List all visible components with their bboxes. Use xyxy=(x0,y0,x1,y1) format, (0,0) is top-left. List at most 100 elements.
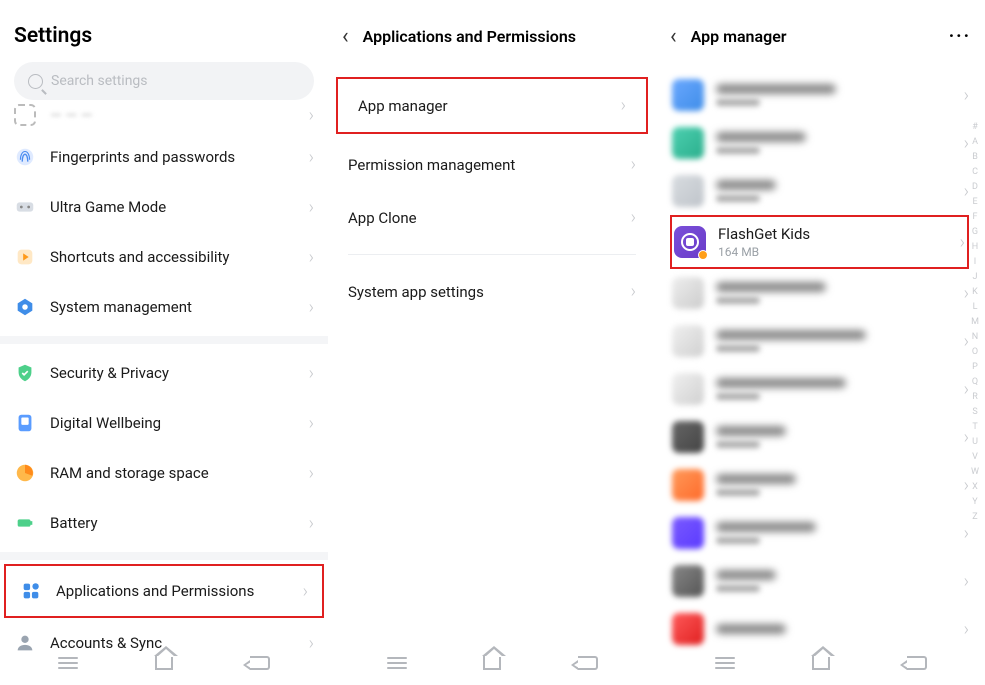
chevron-right-icon: › xyxy=(964,619,969,640)
settings-item-security[interactable]: Security & Privacy › xyxy=(0,348,328,398)
alpha-letter[interactable]: F xyxy=(969,210,981,225)
settings-item-fingerprints[interactable]: Fingerprints and passwords › xyxy=(0,132,328,182)
alpha-index[interactable]: #ABCDEFGHIJKLMNOPQRSTUVWXYZ xyxy=(969,120,981,525)
alpha-letter[interactable]: Z xyxy=(969,510,981,525)
app-info: FlashGet Kids 164 MB xyxy=(718,225,810,259)
chevron-right-icon: › xyxy=(309,413,314,434)
settings-item-digital-wellbeing[interactable]: Digital Wellbeing › xyxy=(0,398,328,448)
section-divider xyxy=(0,336,328,344)
settings-item-battery[interactable]: Battery › xyxy=(0,498,328,548)
alpha-letter[interactable]: X xyxy=(969,480,981,495)
home-button[interactable] xyxy=(483,656,501,670)
alpha-letter[interactable]: A xyxy=(969,135,981,150)
back-button[interactable]: ‹ xyxy=(342,24,349,49)
item-label: System management xyxy=(50,298,192,316)
alpha-letter[interactable]: J xyxy=(969,270,981,285)
app-row-blurred[interactable]: › xyxy=(656,317,985,365)
alpha-letter[interactable]: Q xyxy=(969,375,981,390)
app-info xyxy=(716,474,796,496)
search-input[interactable]: Search settings xyxy=(14,62,314,100)
search-placeholder: Search settings xyxy=(51,73,148,89)
alpha-letter[interactable]: L xyxy=(969,300,981,315)
alpha-letter[interactable]: B xyxy=(969,150,981,165)
app-name-blurred xyxy=(716,426,786,436)
shield-icon xyxy=(14,362,36,384)
alpha-letter[interactable]: T xyxy=(969,420,981,435)
alpha-letter[interactable]: W xyxy=(969,465,981,480)
settings-item-truncated[interactable]: — — — › xyxy=(0,104,328,132)
alpha-letter[interactable]: U xyxy=(969,435,981,450)
alpha-letter[interactable]: K xyxy=(969,285,981,300)
permissions-list: App manager › Permission management › Ap… xyxy=(328,65,656,318)
app-row-blurred[interactable]: › xyxy=(656,119,985,167)
app-info xyxy=(716,132,806,154)
more-menu-button[interactable]: ··· xyxy=(949,26,971,47)
back-button[interactable] xyxy=(250,656,270,670)
back-button[interactable] xyxy=(578,656,598,670)
item-app-manager[interactable]: App manager › xyxy=(336,77,648,134)
app-row-blurred[interactable]: › xyxy=(656,269,985,317)
item-permission-management[interactable]: Permission management › xyxy=(328,138,656,191)
alpha-letter[interactable]: R xyxy=(969,390,981,405)
alpha-letter[interactable]: V xyxy=(969,450,981,465)
alpha-letter[interactable]: S xyxy=(969,405,981,420)
app-row-blurred[interactable]: › xyxy=(656,71,985,119)
app-name-blurred xyxy=(716,180,776,190)
alpha-letter[interactable]: P xyxy=(969,360,981,375)
item-label: System app settings xyxy=(348,283,484,301)
app-row-flashget-kids[interactable]: FlashGet Kids 164 MB › xyxy=(670,215,969,269)
app-size-blurred xyxy=(716,99,760,106)
back-button[interactable] xyxy=(907,656,927,670)
app-row-blurred[interactable]: › xyxy=(656,509,985,557)
menu-button[interactable] xyxy=(58,654,78,672)
app-info xyxy=(716,426,786,448)
separator xyxy=(348,254,636,255)
settings-list: — — — › Fingerprints and passwords › Ult… xyxy=(0,104,328,668)
app-list: › › › xyxy=(656,65,985,653)
item-label: Battery xyxy=(50,514,98,532)
alpha-letter[interactable]: G xyxy=(969,225,981,240)
flashget-kids-icon xyxy=(674,226,706,258)
alpha-letter[interactable]: E xyxy=(969,195,981,210)
chevron-right-icon: › xyxy=(303,581,308,602)
back-button[interactable]: ‹ xyxy=(670,24,677,49)
app-row-blurred[interactable]: › xyxy=(656,365,985,413)
chevron-right-icon: › xyxy=(309,147,314,168)
alpha-letter[interactable]: Y xyxy=(969,495,981,510)
app-size-blurred xyxy=(716,297,760,304)
menu-button[interactable] xyxy=(387,654,407,672)
app-name-blurred xyxy=(716,132,806,142)
app-size-blurred xyxy=(716,489,760,496)
home-button[interactable] xyxy=(155,656,173,670)
item-label: Digital Wellbeing xyxy=(50,414,161,432)
app-name-blurred xyxy=(716,282,826,292)
app-size-blurred xyxy=(716,585,760,592)
alpha-letter[interactable]: D xyxy=(969,180,981,195)
app-row-blurred[interactable]: › xyxy=(656,461,985,509)
chevron-right-icon: › xyxy=(309,297,314,318)
settings-item-shortcuts[interactable]: Shortcuts and accessibility › xyxy=(0,232,328,282)
settings-item-system-management[interactable]: System management › xyxy=(0,282,328,332)
settings-item-ram-storage[interactable]: RAM and storage space › xyxy=(0,448,328,498)
app-row-blurred[interactable]: › xyxy=(656,167,985,215)
app-row-blurred[interactable]: › xyxy=(656,413,985,461)
app-info xyxy=(716,522,816,544)
alpha-letter[interactable]: M xyxy=(969,315,981,330)
settings-item-ultra-game[interactable]: Ultra Game Mode › xyxy=(0,182,328,232)
app-info xyxy=(716,84,836,106)
home-button[interactable] xyxy=(812,656,830,670)
alpha-letter[interactable]: O xyxy=(969,345,981,360)
alpha-letter[interactable]: C xyxy=(969,165,981,180)
menu-button[interactable] xyxy=(715,654,735,672)
item-app-clone[interactable]: App Clone › xyxy=(328,191,656,244)
app-size-blurred xyxy=(716,147,760,154)
alpha-letter[interactable]: H xyxy=(969,240,981,255)
settings-item-applications-permissions[interactable]: Applications and Permissions › xyxy=(4,564,324,618)
alpha-letter[interactable]: I xyxy=(969,255,981,270)
alpha-letter[interactable]: # xyxy=(969,120,981,135)
item-system-app-settings[interactable]: System app settings › xyxy=(328,265,656,318)
app-row-blurred[interactable]: › xyxy=(656,557,985,605)
alpha-letter[interactable]: N xyxy=(969,330,981,345)
item-label: Fingerprints and passwords xyxy=(50,148,235,166)
chevron-right-icon: › xyxy=(309,247,314,268)
